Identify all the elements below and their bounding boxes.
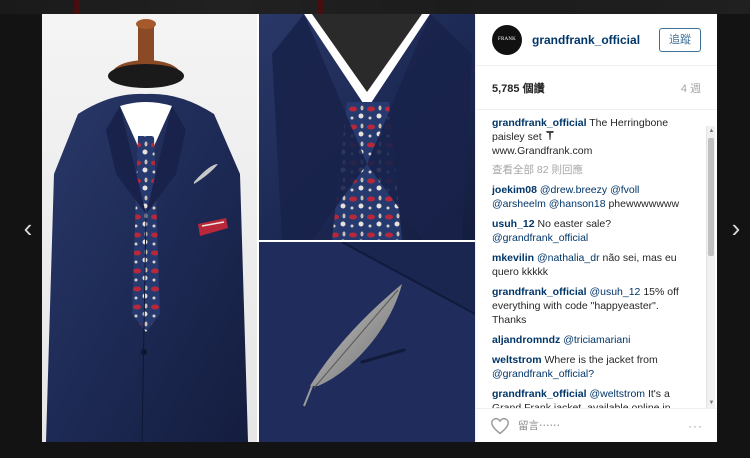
list-item: usuh_12 No easter sale? @grandfrank_offi… [492,217,703,245]
comment-author[interactable]: grandfrank_official [492,286,587,298]
chevron-right-icon[interactable]: › [728,214,744,242]
comment-text: Where is the jacket from [544,354,658,366]
list-item: joekim08 @drew.breezy @fvoll @arsheelm @… [492,183,703,211]
comment-author[interactable]: grandfrank_official [492,117,587,129]
comments-list[interactable]: grandfrank_official The Herringbone pais… [476,110,717,408]
more-options-button[interactable]: ··· [688,419,703,433]
comment-mention[interactable]: @grandfrank_official [492,232,588,244]
comment-mention[interactable]: @weltstrom [589,388,645,400]
heart-icon[interactable] [490,417,510,435]
caption: grandfrank_official The Herringbone pais… [492,116,703,158]
photo-collage [42,14,475,442]
username-link[interactable]: grandfrank_official [532,33,659,47]
chevron-left-icon[interactable]: ‹ [20,214,36,242]
scroll-thumb[interactable] [708,138,714,256]
comment-author[interactable]: weltstrom [492,354,542,366]
scroll-up-icon[interactable]: ▲ [707,126,716,136]
comment-text: No easter sale? [537,218,612,230]
comments-scrollbar[interactable]: ▲ ▼ [706,126,715,408]
view-all-comments-link[interactable]: 查看全部 82 則回應 [492,162,703,177]
post-meta: 5,785 個讚 4 週 [476,66,717,110]
pin-icon [545,131,554,140]
comment-author[interactable]: joekim08 [492,184,537,196]
list-item: grandfrank_official @usuh_12 15% off eve… [492,285,703,327]
post-photo[interactable] [42,14,475,442]
list-item: grandfrank_official @weltstrom It's a Gr… [492,387,703,408]
comment-author[interactable]: usuh_12 [492,218,535,230]
comment-author[interactable]: aljandromndz [492,334,560,346]
comment-mention[interactable]: @nathalia_dr [537,252,600,264]
post-actions: ··· [476,408,717,442]
comment-author[interactable]: mkevilin [492,252,534,264]
post-header: FRANK grandfrank_official 追蹤 [476,14,717,66]
avatar[interactable]: FRANK [492,24,522,55]
comment-input[interactable] [518,419,688,432]
scroll-down-icon[interactable]: ▼ [707,398,716,408]
comment-mention[interactable]: @grandfrank_official? [492,368,594,380]
avatar-logo-text: FRANK [498,37,516,42]
caption-link[interactable]: www.Grandfrank.com [492,145,592,157]
comment-mention[interactable]: @triciamariani [563,334,630,346]
comment-mention[interactable]: @usuh_12 [589,286,640,298]
post-modal: FRANK grandfrank_official 追蹤 5,785 個讚 4 … [42,14,717,442]
post-age[interactable]: 4 週 [681,80,701,96]
list-item: mkevilin @nathalia_dr não sei, mas eu qu… [492,251,703,279]
list-item: weltstrom Where is the jacket from @gran… [492,353,703,381]
list-item: aljandromndz @triciamariani [492,333,703,347]
follow-button[interactable]: 追蹤 [659,27,701,52]
comment-author[interactable]: grandfrank_official [492,388,587,400]
post-details-panel: FRANK grandfrank_official 追蹤 5,785 個讚 4 … [475,14,717,442]
comment-text: phewwwwwww [608,198,680,210]
likes-count[interactable]: 5,785 個讚 [492,80,545,96]
